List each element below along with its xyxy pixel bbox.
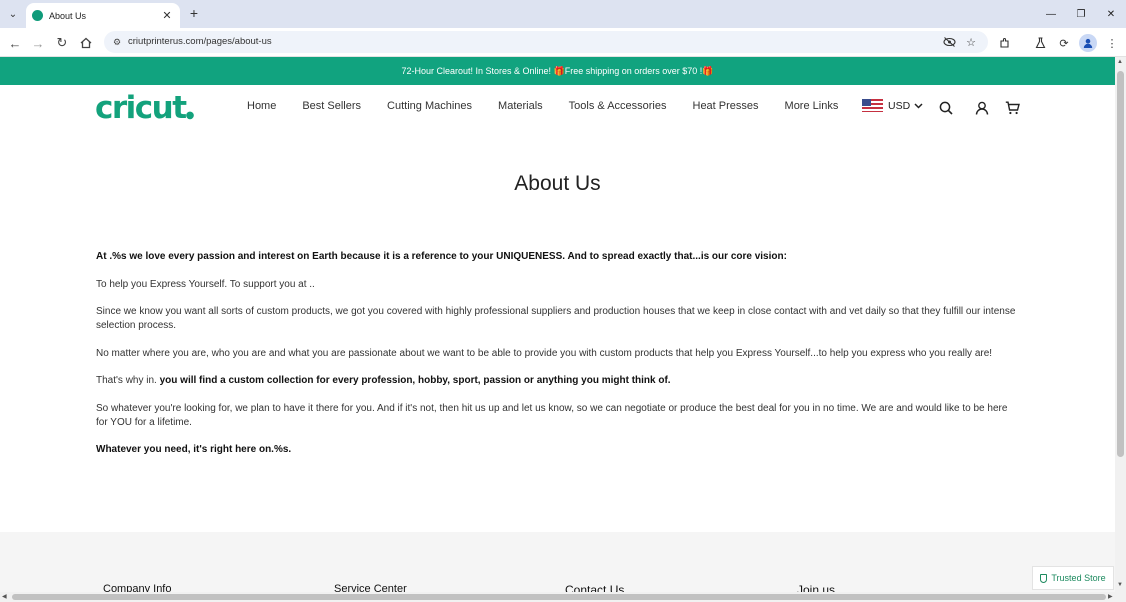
nav-tools-accessories[interactable]: Tools & Accessories [569, 100, 667, 112]
nav-cutting-machines[interactable]: Cutting Machines [387, 100, 472, 112]
site-header: cricut● Home Best Sellers Cutting Machin… [0, 85, 1115, 131]
reload-icon[interactable]: ↻ [52, 33, 72, 53]
paragraph-3: Since we know you want all sorts of cust… [96, 306, 1016, 331]
paragraph-7: Whatever you need, it's right here on.%s… [96, 444, 292, 455]
minimize-icon[interactable]: — [1036, 0, 1066, 28]
new-tab-plus-icon[interactable]: + [186, 5, 202, 21]
site-favicon-icon [32, 10, 43, 21]
trusted-store-label: Trusted Store [1051, 573, 1106, 583]
announcement-bar: 72-Hour Clearout! In Stores & Online! 🎁F… [0, 57, 1115, 85]
browser-tab[interactable]: About Us ✕ [26, 3, 180, 28]
eye-slash-icon[interactable] [942, 35, 956, 49]
sync-icon[interactable]: ⟳ [1055, 34, 1073, 52]
restore-icon[interactable]: ❐ [1066, 0, 1096, 28]
address-bar[interactable]: ⚙ criutprinterus.com/pages/about-us ☆ [104, 31, 988, 53]
currency-label: USD [888, 99, 911, 112]
paragraph-2: To help you Express Yourself. To support… [96, 278, 315, 290]
nav-materials[interactable]: Materials [498, 100, 543, 112]
page-title: About Us [514, 172, 601, 195]
tab-title: About Us [49, 10, 87, 21]
extensions-puzzle-icon[interactable] [996, 34, 1014, 52]
back-arrow-icon[interactable]: ← [5, 33, 25, 53]
scroll-up-arrow-icon[interactable]: ▲ [1117, 59, 1123, 65]
us-flag-icon [862, 99, 883, 112]
vertical-scrollbar[interactable]: ▲ ▼ [1115, 57, 1126, 592]
scroll-left-arrow-icon[interactable]: ◀ [2, 593, 7, 600]
close-tab-icon[interactable]: ✕ [160, 9, 174, 22]
paragraph-5-bold: you will find a custom collection for ev… [156, 375, 671, 386]
vertical-scroll-thumb[interactable] [1117, 71, 1124, 457]
account-icon[interactable] [973, 99, 991, 117]
logo-text: cricut [95, 90, 187, 126]
close-window-icon[interactable]: ✕ [1096, 0, 1126, 28]
site-footer: Company Info Service Center Contact Us J… [0, 532, 1115, 597]
cricut-logo[interactable]: cricut● [95, 90, 194, 126]
browser-menu-icon[interactable]: ⋮ [1103, 34, 1121, 52]
nav-home[interactable]: Home [247, 100, 276, 112]
chevron-down-icon [914, 101, 923, 111]
main-content: About Us At .%s we love every passion an… [0, 131, 1115, 532]
bookmark-star-icon[interactable]: ☆ [964, 35, 978, 49]
trusted-store-badge[interactable]: Trusted Store [1032, 566, 1114, 590]
site-info-icon[interactable]: ⚙ [110, 35, 124, 49]
paragraph-6: So whatever you're looking for, we plan … [96, 402, 1008, 428]
paragraph-5: That's why in. you will find a custom co… [96, 374, 1020, 388]
window-controls: — ❐ ✕ [1036, 0, 1126, 28]
browser-tabbar: ⌄ About Us ✕ + — ❐ ✕ [0, 0, 1126, 28]
nav-more-links[interactable]: More Links [785, 100, 839, 112]
currency-selector[interactable]: USD [862, 99, 923, 112]
horizontal-scrollbar[interactable]: ◀ ▶ [0, 592, 1126, 602]
about-text: At .%s we love every passion and interes… [96, 250, 1020, 471]
profile-avatar-icon[interactable] [1079, 34, 1097, 52]
scroll-down-arrow-icon[interactable]: ▼ [1117, 582, 1123, 588]
main-nav: Home Best Sellers Cutting Machines Mater… [247, 100, 864, 112]
nav-best-sellers[interactable]: Best Sellers [302, 100, 361, 112]
search-icon[interactable] [937, 99, 955, 117]
home-icon[interactable] [76, 33, 96, 53]
paragraph-4: No matter where you are, who you are and… [96, 347, 993, 359]
forward-arrow-icon[interactable]: → [28, 33, 48, 53]
nav-heat-presses[interactable]: Heat Presses [693, 100, 759, 112]
paragraph-1: At .%s we love every passion and interes… [96, 251, 787, 262]
scroll-right-arrow-icon[interactable]: ▶ [1108, 593, 1113, 600]
tab-list-chevron-icon[interactable]: ⌄ [4, 5, 22, 23]
paragraph-5-lead: That's why in. [96, 375, 157, 386]
horizontal-scroll-thumb[interactable] [12, 594, 1106, 600]
cart-icon[interactable] [1003, 99, 1021, 117]
shield-check-icon [1040, 573, 1048, 583]
url-text[interactable]: criutprinterus.com/pages/about-us [128, 36, 272, 47]
browser-toolbar: ← → ↻ ⚙ criutprinterus.com/pages/about-u… [0, 28, 1126, 57]
labs-flask-icon[interactable] [1031, 34, 1049, 52]
